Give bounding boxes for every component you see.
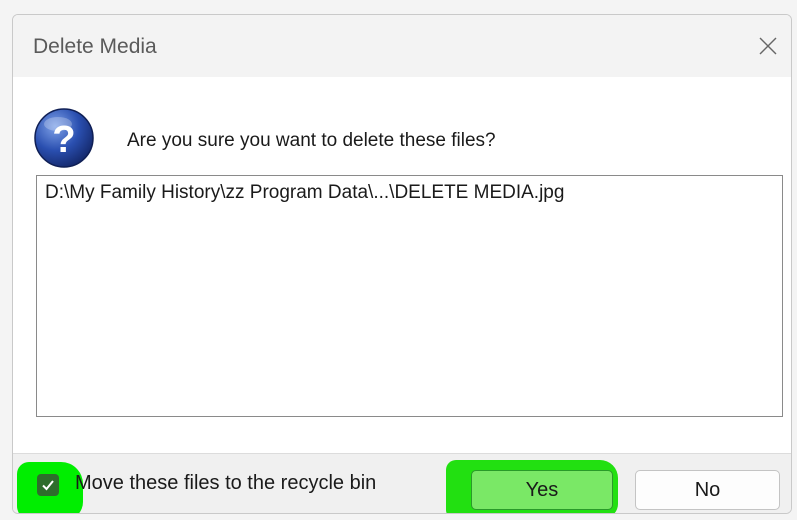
dialog-content: ? Are you sure you want to delete these … (13, 77, 791, 453)
question-icon: ? (34, 108, 94, 168)
svg-text:?: ? (52, 119, 75, 161)
recycle-bin-checkbox[interactable] (37, 474, 59, 496)
yes-button[interactable]: Yes (471, 470, 613, 510)
recycle-bin-label[interactable]: Move these files to the recycle bin (75, 472, 376, 495)
confirmation-message: Are you sure you want to delete these fi… (127, 130, 496, 151)
close-button[interactable] (751, 29, 785, 63)
no-button[interactable]: No (635, 470, 780, 510)
file-list[interactable]: D:\My Family History\zz Program Data\...… (36, 175, 783, 417)
checkmark-icon (42, 480, 54, 491)
file-list-item[interactable]: D:\My Family History\zz Program Data\...… (37, 176, 782, 210)
window-title: Delete Media (33, 35, 157, 58)
close-icon (759, 37, 777, 55)
delete-media-dialog: Delete Media ? Are you sure you want to … (12, 14, 792, 514)
title-bar: Delete Media (13, 15, 791, 77)
dialog-footer: Move these files to the recycle bin Yes … (13, 453, 791, 513)
